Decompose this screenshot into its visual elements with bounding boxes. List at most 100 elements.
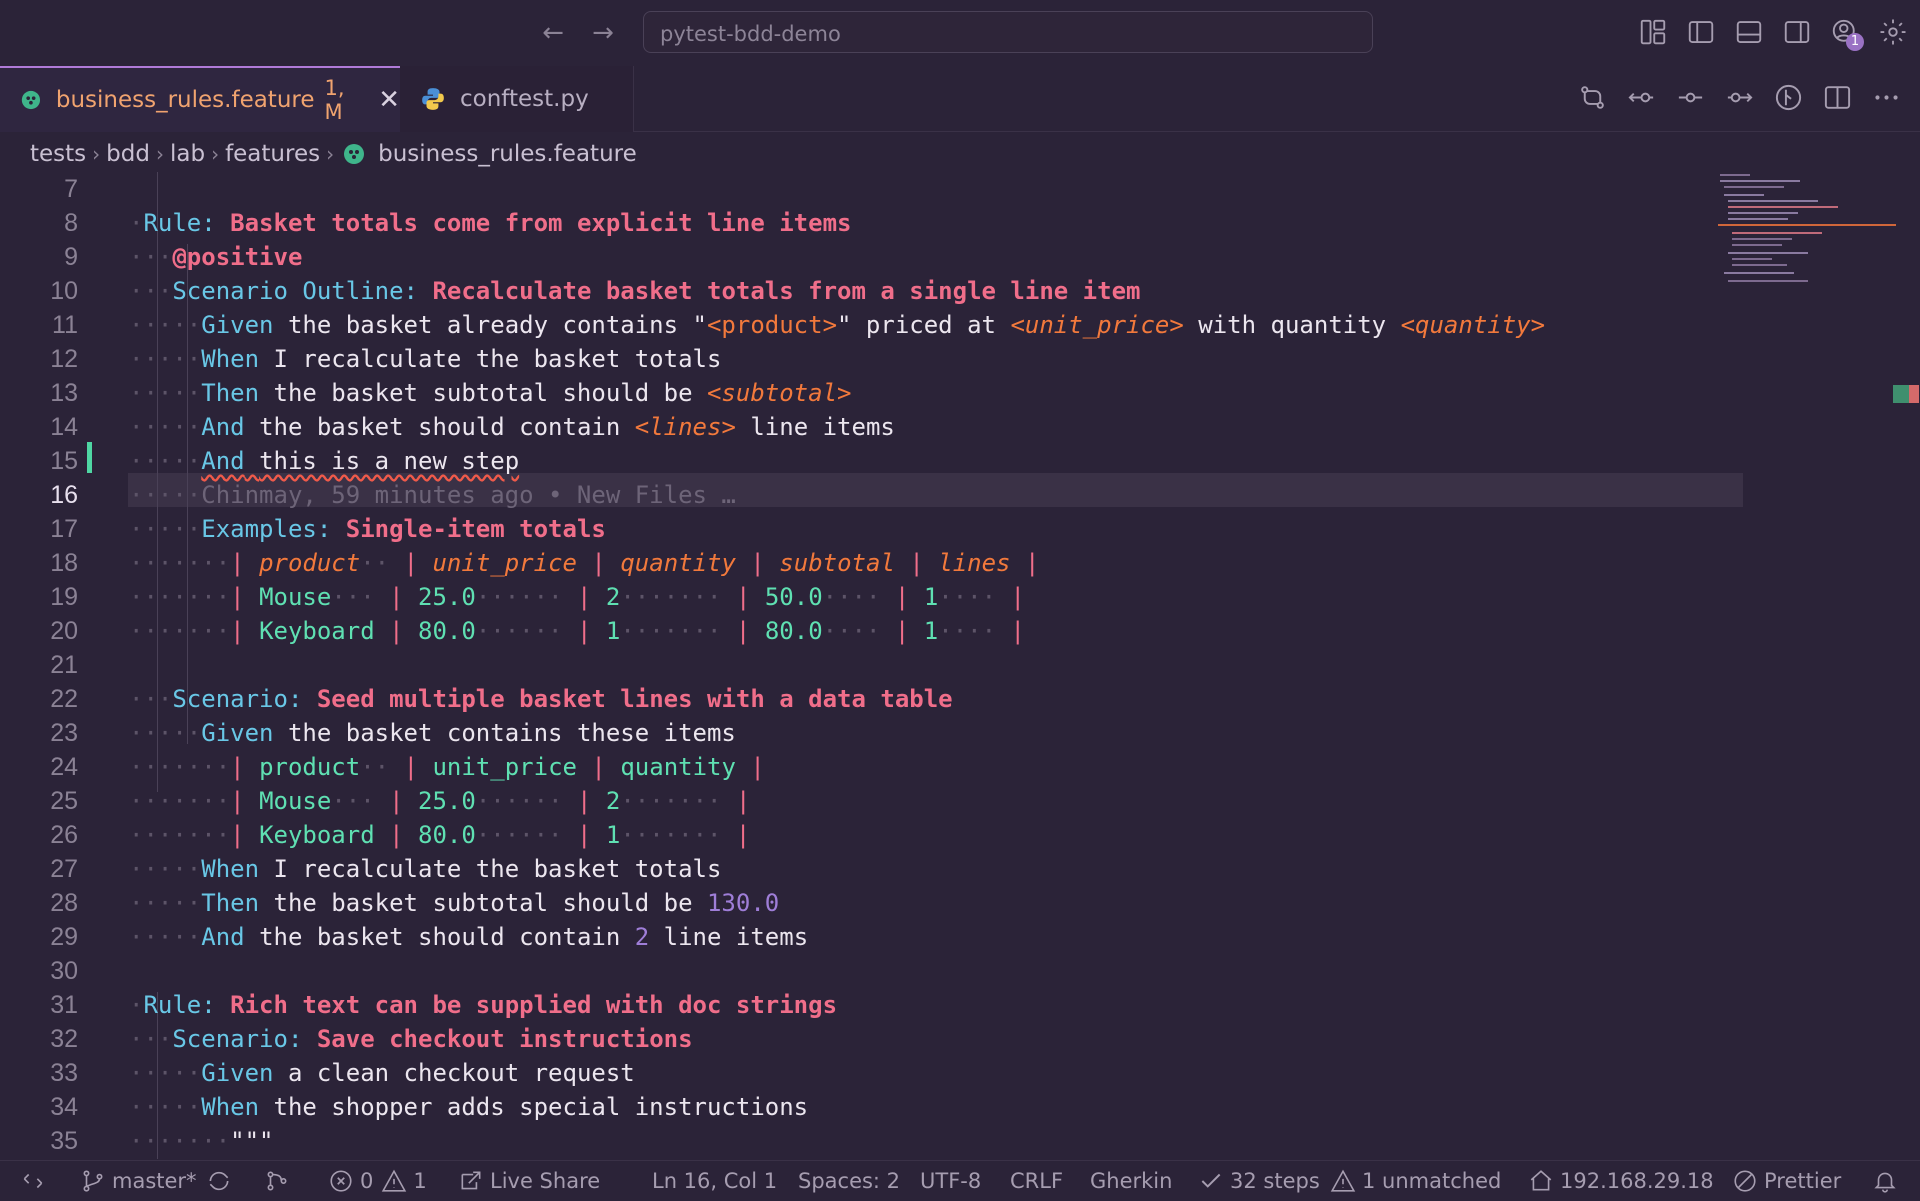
language-mode[interactable]: Gherkin	[1090, 1161, 1172, 1201]
split-editor-icon[interactable]	[1822, 82, 1853, 113]
check-icon	[1201, 1173, 1221, 1188]
accounts-icon[interactable]: 1	[1830, 17, 1864, 51]
code-line: 25 ·······| Mouse··· | 25.0······ | 2····…	[0, 784, 1740, 818]
line-number: 25	[50, 787, 78, 815]
code-line: 27 ·····When I recalculate the basket tot…	[0, 852, 1740, 886]
unmatched-step-text: this is a new step	[259, 447, 520, 475]
line-number: 24	[50, 753, 78, 781]
toggle-panel-icon[interactable]	[1734, 17, 1764, 47]
gherkin-keyword: And	[201, 447, 245, 475]
table-header-cell: product	[259, 549, 361, 577]
gherkin-icon	[21, 90, 41, 110]
commit-icon[interactable]	[1675, 82, 1706, 113]
remote-indicator[interactable]	[20, 1161, 52, 1201]
code-line: 34 ·····When the shopper adds special ins…	[0, 1090, 1740, 1124]
more-actions-icon[interactable]	[1871, 82, 1902, 113]
git-graph-icon[interactable]	[1773, 82, 1804, 113]
command-center-label: pytest-bdd-demo	[660, 22, 841, 46]
table-cell: Mouse	[259, 583, 332, 611]
gherkin-icon	[344, 144, 365, 164]
code-line: 35 ·······"""	[0, 1124, 1740, 1158]
encoding-setting[interactable]: UTF-8	[920, 1161, 981, 1201]
git-blame-annotation[interactable]: Chinmay, 59 minutes ago • New Files …	[201, 481, 736, 509]
git-graph-status-icon[interactable]	[264, 1161, 296, 1201]
code-line: 15 ·····And this is a new step	[0, 444, 1740, 478]
tab-conftest-py[interactable]: conftest.py	[400, 66, 634, 132]
table-cell: 25.0	[418, 787, 476, 815]
layout-customize-icon[interactable]	[1638, 17, 1668, 47]
live-share-button[interactable]: Live Share	[458, 1161, 600, 1201]
line-number: 20	[50, 617, 78, 645]
unmatched-indicator[interactable]: 1 unmatched	[1330, 1161, 1501, 1201]
table-header-cell: unit_price	[432, 549, 577, 577]
line-number: 33	[50, 1059, 78, 1087]
scenario-title: Recalculate basket totals from a single …	[432, 277, 1141, 305]
breadcrumb-item-tests[interactable]: tests	[30, 141, 86, 167]
breadcrumb-item-file[interactable]: business_rules.feature	[378, 141, 637, 167]
branch-indicator[interactable]: master*	[80, 1161, 197, 1201]
prettier-label: Prettier	[1764, 1169, 1842, 1193]
chevron-right-icon: ›	[92, 142, 101, 166]
prettier-disabled-icon	[1734, 1170, 1756, 1192]
table-cell: 80.0	[418, 617, 476, 645]
warning-count: 1	[413, 1169, 427, 1193]
line-number: 21	[50, 651, 78, 679]
gherkin-keyword: Given	[201, 719, 274, 747]
breadcrumb-item-bdd[interactable]: bdd	[106, 141, 150, 167]
ip-address: 192.168.29.18	[1560, 1169, 1714, 1193]
next-change-icon[interactable]	[1724, 82, 1755, 113]
gherkin-keyword: Scenario:	[172, 685, 303, 713]
language-label: Gherkin	[1090, 1169, 1173, 1193]
line-number: 10	[50, 277, 78, 305]
step-text: the basket should contain	[259, 923, 635, 951]
cursor-position[interactable]: Ln 16, Col 1	[652, 1161, 777, 1201]
table-cell: 1	[923, 583, 939, 611]
toggle-secondary-sidebar-icon[interactable]	[1782, 17, 1812, 47]
step-text: a clean checkout request	[287, 1059, 635, 1087]
close-icon[interactable]: ✕	[378, 85, 400, 115]
steps-indicator[interactable]: 32 steps	[1198, 1161, 1320, 1201]
line-number: 9	[64, 243, 78, 271]
code-line: 12 ·····When I recalculate the basket tot…	[0, 342, 1740, 376]
table-cell: 1	[923, 617, 939, 645]
gherkin-keyword: Scenario Outline:	[172, 277, 418, 305]
chevron-right-icon: ›	[211, 142, 220, 166]
line-number: 8	[64, 209, 78, 237]
problems-indicator[interactable]: 0 1	[328, 1161, 427, 1201]
gherkin-keyword: Scenario:	[172, 1025, 303, 1053]
gherkin-keyword: When	[201, 1093, 260, 1121]
prettier-indicator[interactable]: Prettier	[1732, 1161, 1841, 1201]
line-number: 7	[64, 175, 78, 203]
sync-icon[interactable]	[206, 1161, 238, 1201]
command-center-search[interactable]: pytest-bdd-demo	[643, 11, 1373, 53]
previous-change-icon[interactable]	[1626, 82, 1657, 113]
eol-setting[interactable]: CRLF	[1010, 1161, 1063, 1201]
git-branch-icon	[83, 1170, 103, 1192]
code-line: 21	[0, 648, 1740, 682]
notifications-bell-icon[interactable]	[1872, 1161, 1904, 1201]
examples-title: Single-item totals	[345, 515, 606, 543]
table-cell: product	[259, 753, 361, 781]
table-header-cell: quantity	[620, 549, 736, 577]
breadcrumb-item-features[interactable]: features	[225, 141, 320, 167]
code-line: 20 ·······| Keyboard | 80.0······ | 1····…	[0, 614, 1740, 648]
arrow-left-icon[interactable]: ←	[538, 18, 568, 48]
step-text: the basket contains these items	[287, 719, 736, 747]
settings-gear-icon[interactable]	[1878, 17, 1908, 47]
line-number: 34	[50, 1093, 78, 1121]
line-number: 12	[50, 345, 78, 373]
code-editor[interactable]: 7 8 ·Rule: Basket totals come from explic…	[0, 172, 1920, 1159]
gherkin-keyword: Then	[201, 379, 260, 407]
ip-address-indicator[interactable]: 192.168.29.18	[1528, 1161, 1714, 1201]
code-line: 11 ·····Given the basket already contains…	[0, 308, 1740, 342]
tab-business-rules-feature[interactable]: business_rules.feature 1, M ✕	[0, 66, 400, 132]
arrow-right-icon[interactable]: →	[588, 18, 618, 48]
table-header-cell: lines	[938, 549, 1011, 577]
tab-problem-badge: 1, M	[324, 76, 345, 124]
open-changes-icon[interactable]	[1577, 82, 1608, 113]
toggle-primary-sidebar-icon[interactable]	[1686, 17, 1716, 47]
indentation-setting[interactable]: Spaces: 2	[798, 1161, 900, 1201]
minimap[interactable]	[1718, 172, 1898, 292]
breadcrumb-item-lab[interactable]: lab	[170, 141, 205, 167]
rule-title: Basket totals come from explicit line it…	[230, 209, 852, 237]
